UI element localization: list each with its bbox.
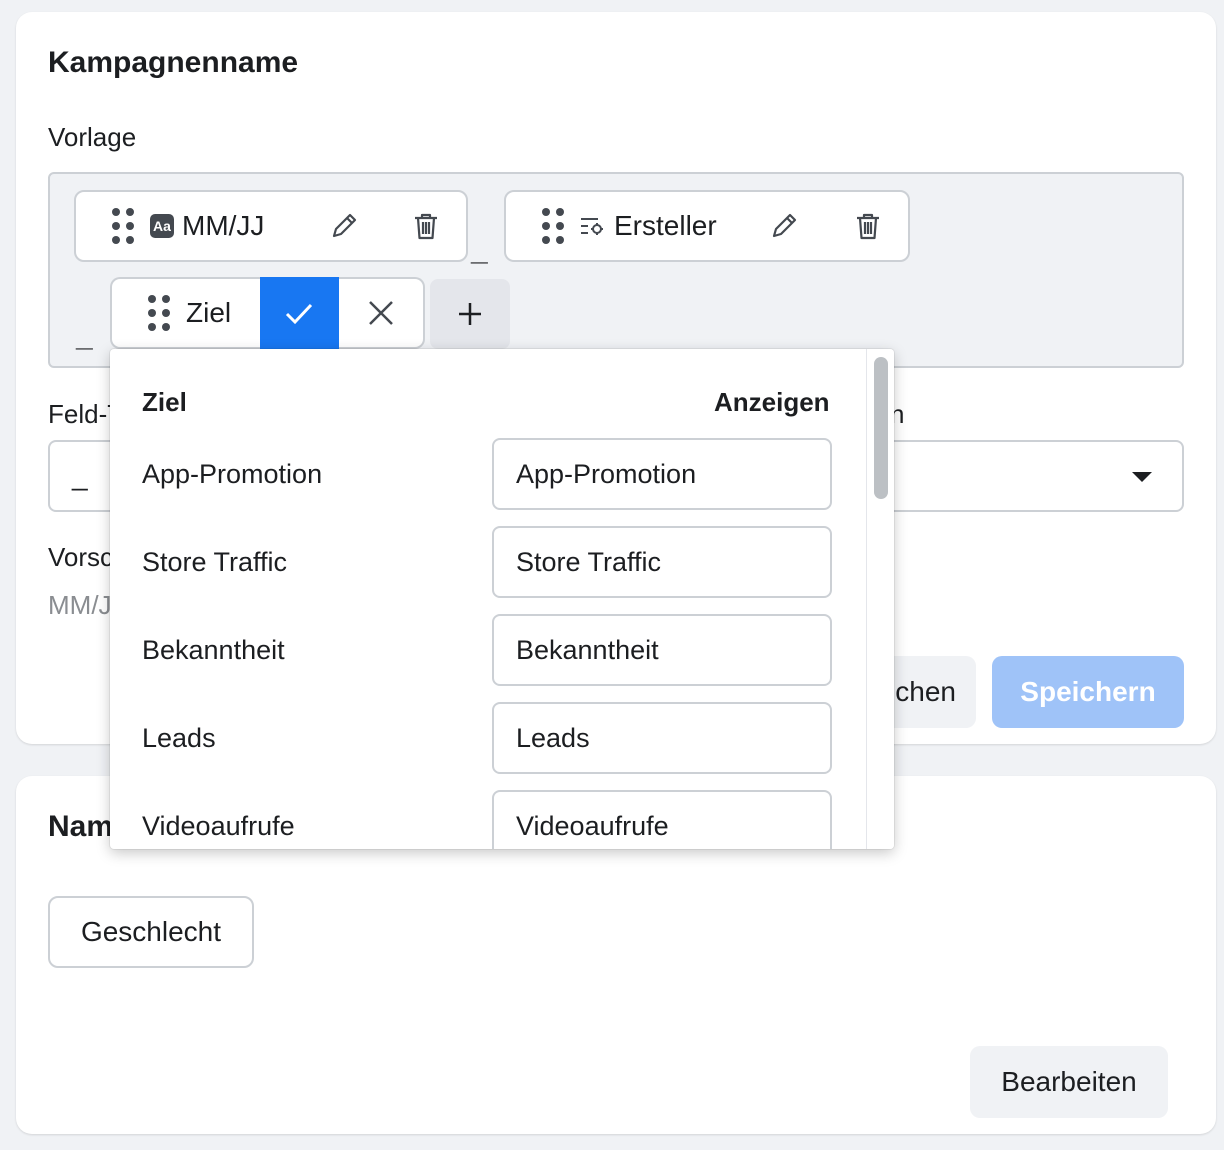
template-chip-date[interactable]: Aa MM/JJ [74, 190, 468, 262]
drag-handle-icon[interactable] [542, 208, 564, 244]
template-label: Vorlage [48, 122, 137, 152]
field-type-select[interactable] [876, 440, 1184, 512]
plus-icon [459, 303, 481, 325]
confirm-button[interactable] [259, 277, 340, 349]
row-display-input[interactable]: Bekanntheit [492, 614, 832, 686]
editing-chip-body[interactable]: Ziel [110, 277, 260, 349]
objective-dropdown: Ziel Anzeigen App-Promotion App-Promotio… [110, 349, 894, 849]
settings-list-icon [580, 214, 606, 238]
add-field-button[interactable] [430, 279, 510, 349]
row-label: Bekanntheit [142, 635, 285, 665]
caret-down-icon [1132, 472, 1152, 482]
separator-char: _ [76, 320, 93, 353]
chip-label: Ersteller [614, 210, 717, 241]
save-button[interactable]: Speichern [992, 656, 1184, 728]
template-chip-creator[interactable]: Ersteller [504, 190, 910, 262]
chip-label: MM/JJ [182, 210, 265, 241]
scrollbar[interactable] [866, 349, 894, 849]
drag-handle-icon[interactable] [148, 295, 170, 331]
text-icon: Aa [150, 214, 174, 238]
checkmark-icon [286, 303, 313, 325]
row-display-input[interactable]: Store Traffic [492, 526, 832, 598]
pencil-icon[interactable] [324, 206, 364, 246]
gender-button[interactable]: Geschlecht [48, 896, 254, 968]
cancel-edit-button[interactable] [339, 277, 425, 349]
row-display-input[interactable]: Videoaufrufe [492, 790, 832, 849]
card-title: Kampagnenname [48, 46, 299, 79]
separator-char: _ [471, 234, 488, 267]
row-label: App-Promotion [142, 459, 323, 489]
row-display-input[interactable]: Leads [492, 702, 832, 774]
row-label: Store Traffic [142, 547, 288, 577]
preview-label: Vorsc [48, 542, 114, 572]
card-title: Nam [48, 810, 114, 843]
column-header-display: Anzeigen [714, 387, 830, 417]
close-icon [369, 301, 394, 325]
drag-handle-icon[interactable] [112, 208, 134, 244]
scrollbar-thumb[interactable] [874, 357, 888, 499]
trash-icon[interactable] [406, 206, 446, 246]
row-label: Leads [142, 723, 216, 753]
preview-value: MM/J [48, 590, 112, 620]
trash-icon[interactable] [848, 206, 888, 246]
edit-button[interactable]: Bearbeiten [970, 1046, 1168, 1118]
template-chip-editing: Ziel [110, 277, 425, 349]
chip-label: Ziel [186, 297, 232, 328]
column-header-objective: Ziel [142, 387, 187, 417]
pencil-icon[interactable] [764, 206, 804, 246]
row-label: Videoaufrufe [142, 811, 295, 841]
row-display-input[interactable]: App-Promotion [492, 438, 832, 510]
